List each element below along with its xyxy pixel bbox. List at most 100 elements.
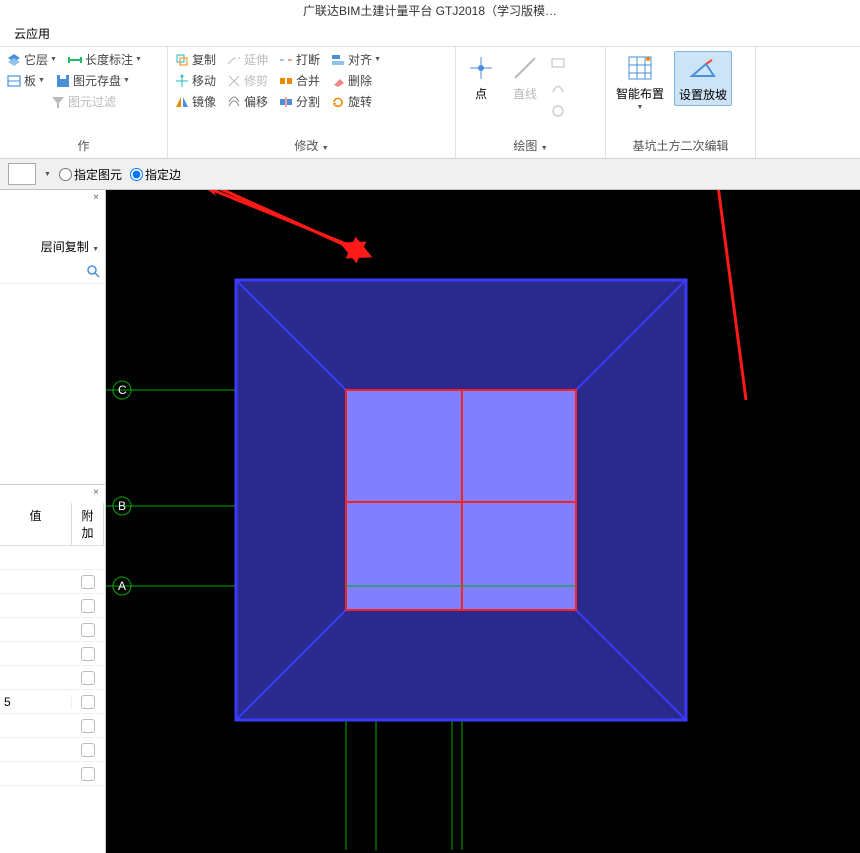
checkbox[interactable] [81,695,95,709]
rotate-button[interactable]: 旋转 [330,93,372,110]
table-row [0,738,105,762]
side-panel: × 层间复制 ▼ × 值 附加 5 [0,190,106,853]
merge-button[interactable]: 合并 [278,72,320,89]
delete-button[interactable]: 删除 [330,72,372,89]
offset-icon [226,94,242,110]
align-button[interactable]: 对齐▼ [330,51,381,68]
layer-icon [6,52,22,68]
set-slope-button[interactable]: 设置放坡 [674,51,732,106]
extend-icon [226,52,242,68]
option-combo[interactable] [8,163,36,185]
slope-icon [688,54,718,84]
mirror-button[interactable]: 镜像 [174,93,216,110]
table-row [0,762,105,786]
eraser-icon [330,73,346,89]
drawing-canvas[interactable]: C B A [106,190,860,853]
offset-button[interactable]: 偏移 [226,93,268,110]
chevron-down-icon: ▼ [123,77,130,84]
split-icon [278,94,294,110]
extend-button[interactable]: 延伸 [226,51,268,68]
close-icon[interactable]: × [89,192,103,206]
table-row [0,618,105,642]
ribbon-group-left: 它层 ▼ 长度标注 ▼ 板 ▼ 图元存盘 ▼ [0,47,168,158]
length-dim-button[interactable]: 长度标注 ▼ [67,51,142,68]
group-label-operate: 作 [6,135,161,154]
smart-layout-button[interactable]: 智能布置 ▼ [612,51,668,113]
svg-text:B: B [118,499,126,513]
chevron-down-icon: ▼ [135,56,142,63]
checkbox[interactable] [81,647,95,661]
chevron-down-icon: ▼ [38,77,45,84]
table-row: 5 [0,690,105,714]
main-area: × 层间复制 ▼ × 值 附加 5 [0,190,860,853]
break-button[interactable]: 打断 [278,51,320,68]
merge-icon [278,73,294,89]
search-row[interactable] [0,259,105,284]
disk-icon [55,73,71,89]
checkbox[interactable] [81,575,95,589]
move-button[interactable]: 移动 [174,72,216,89]
search-icon [85,263,101,279]
ruler-icon [67,52,83,68]
ribbon-group-draw: 点 直线 绘图 ▼ [456,47,606,158]
split-button[interactable]: 分割 [278,93,320,110]
group-label-draw: 绘图 ▼ [462,135,599,154]
slab-button[interactable]: 板 ▼ [6,72,45,89]
slab-icon [6,73,22,89]
checkbox[interactable] [81,599,95,613]
radio-specify-element[interactable]: 指定图元 [59,166,122,183]
copy-icon [174,52,190,68]
app-title: 广联达BIM土建计量平台 GTJ2018（学习版模… [303,4,557,18]
copy-between-floors[interactable]: 层间复制 [41,240,89,254]
svg-text:A: A [118,579,126,593]
chevron-down-icon: ▼ [637,104,644,111]
grid-body: 5 [0,546,105,786]
svg-text:C: C [118,383,127,397]
arc-icon[interactable] [550,79,566,95]
table-row [0,546,105,570]
option-bar: ▼ 指定图元 指定边 [0,159,860,190]
grid-magic-icon [625,53,655,83]
menu-cloud-app[interactable]: 云应用 [8,25,56,43]
rotate-icon [330,94,346,110]
move-icon [174,73,190,89]
trim-icon [226,73,242,89]
table-row [0,570,105,594]
element-save-button[interactable]: 图元存盘 ▼ [55,72,130,89]
layer-button[interactable]: 它层 ▼ [6,51,57,68]
checkbox[interactable] [81,671,95,685]
filter-icon [50,94,66,110]
point-button[interactable]: 点 [462,51,500,104]
ribbon-group-excavation: 智能布置 ▼ 设置放坡 基坑土方二次编辑 [606,47,756,158]
ribbon-toolbar: 它层 ▼ 长度标注 ▼ 板 ▼ 图元存盘 ▼ [0,47,860,159]
checkbox[interactable] [81,743,95,757]
circle-icon[interactable] [550,103,566,119]
chevron-down-icon: ▼ [44,171,51,178]
table-row [0,714,105,738]
close-icon[interactable]: × [89,487,103,501]
checkbox[interactable] [81,719,95,733]
ribbon-group-modify: 复制 延伸 打断 对齐▼ 移动 修剪 合并 删除 镜像 偏移 分割 旋转 修改 … [168,47,456,158]
checkbox[interactable] [81,623,95,637]
rect-icon[interactable] [550,55,566,71]
trim-button[interactable]: 修剪 [226,72,268,89]
line-icon [510,53,540,83]
checkbox[interactable] [81,767,95,781]
copy-button[interactable]: 复制 [174,51,216,68]
table-row [0,666,105,690]
table-row [0,642,105,666]
group-label-excavation: 基坑土方二次编辑 [612,135,749,154]
chevron-down-icon: ▼ [50,56,57,63]
title-bar: 广联达BIM土建计量平台 GTJ2018（学习版模… [0,0,860,21]
mirror-icon [174,94,190,110]
chevron-down-icon: ▼ [374,56,381,63]
line-button[interactable]: 直线 [506,51,544,104]
col-value: 值 [0,503,72,545]
radio-specify-edge[interactable]: 指定边 [130,166,181,183]
table-row [0,594,105,618]
break-icon [278,52,294,68]
menu-bar: 云应用 [0,21,860,47]
col-extra: 附加 [72,503,104,545]
element-filter-button[interactable]: 图元过滤 [50,93,116,110]
align-icon [330,52,346,68]
